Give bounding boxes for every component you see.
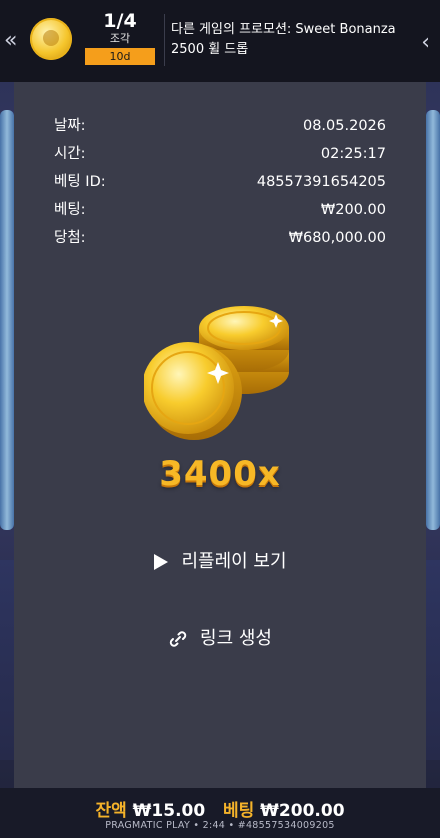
balance-value: ₩15.00 <box>132 801 206 821</box>
detail-value: ₩200.00 <box>320 202 386 218</box>
detail-row-bet: 베팅: ₩200.00 <box>54 196 386 224</box>
promo-notification[interactable]: « 1/4 조각 10d 다른 게임의 프로모션: Sweet Bonanza … <box>0 0 440 82</box>
balance-label: 잔액 <box>95 801 127 821</box>
detail-row-win: 당첨: ₩680,000.00 <box>54 224 386 252</box>
detail-label: 당첨: <box>54 230 86 246</box>
bet-value: ₩200.00 <box>260 801 345 821</box>
detail-value: ₩680,000.00 <box>288 230 386 246</box>
replay-modal: 날짜: 08.05.2026 시간: 02:25:17 베팅 ID: 48557… <box>14 82 426 788</box>
detail-row-bet-id: 베팅 ID: 48557391654205 <box>54 168 386 196</box>
create-link-button[interactable]: 링크 생성 <box>14 624 426 650</box>
win-multiplier: 3400x <box>159 454 281 494</box>
double-chevron-left-icon[interactable]: « <box>4 28 17 53</box>
watch-replay-button[interactable]: 리플레이 보기 <box>14 547 426 573</box>
coin-badge-icon <box>30 18 72 60</box>
detail-value: 02:25:17 <box>320 146 386 162</box>
detail-label: 시간: <box>54 146 86 162</box>
promo-days-badge: 10d <box>85 48 155 65</box>
detail-label: 베팅 ID: <box>54 174 106 190</box>
link-icon <box>169 631 187 647</box>
bet-details: 날짜: 08.05.2026 시간: 02:25:17 베팅 ID: 48557… <box>54 112 386 252</box>
detail-label: 날짜: <box>54 118 86 134</box>
play-icon <box>154 554 169 570</box>
game-frame-left <box>0 110 14 530</box>
chevron-right-icon[interactable]: ‹ <box>421 30 430 55</box>
balance-bet-readout: 잔액 ₩15.00 베팅 ₩200.00 <box>0 796 440 821</box>
create-link-label: 링크 생성 <box>200 628 272 649</box>
provider-footer: PRAGMATIC PLAY • 2:44 • #48557534009205 <box>105 820 335 831</box>
game-status-bar: 잔액 ₩15.00 베팅 ₩200.00 PRAGMATIC PLAY • 2:… <box>0 788 440 838</box>
detail-label: 베팅: <box>54 202 86 218</box>
detail-row-date: 날짜: 08.05.2026 <box>54 112 386 140</box>
game-frame-right <box>426 110 440 530</box>
promo-divider <box>164 14 165 66</box>
gold-coins-icon <box>144 306 289 440</box>
detail-value: 08.05.2026 <box>302 118 386 134</box>
promo-message[interactable]: 다른 게임의 프로모션: Sweet Bonanza 2500 휠 드롭 <box>171 20 401 60</box>
promo-progress-label: 조각 <box>109 32 131 45</box>
promo-progress: 1/4 조각 10d <box>85 10 155 65</box>
bet-label: 베팅 <box>222 801 255 821</box>
detail-row-time: 시간: 02:25:17 <box>54 140 386 168</box>
detail-value: 48557391654205 <box>256 174 386 190</box>
watch-replay-label: 리플레이 보기 <box>181 551 287 572</box>
promo-progress-value: 1/4 <box>103 10 137 32</box>
